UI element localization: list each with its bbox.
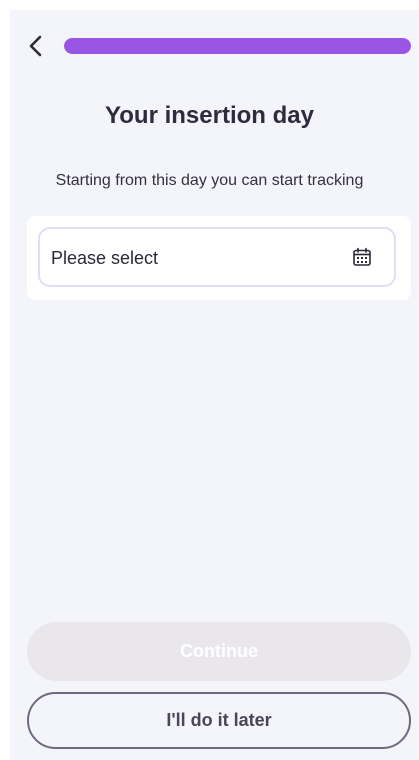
date-card: Please select bbox=[27, 216, 411, 300]
calendar-icon bbox=[353, 247, 371, 266]
onboarding-screen: Your insertion day Starting from this da… bbox=[10, 10, 419, 760]
progress-bar bbox=[64, 38, 411, 54]
date-field-placeholder: Please select bbox=[51, 248, 159, 268]
page-title: Your insertion day bbox=[105, 102, 314, 129]
back-button[interactable] bbox=[24, 34, 48, 58]
insertion-date-field[interactable]: Please select bbox=[38, 227, 396, 287]
progress-fill bbox=[64, 38, 411, 54]
continue-button[interactable]: Continue bbox=[27, 622, 411, 681]
do-it-later-button[interactable]: I'll do it later bbox=[27, 692, 411, 749]
page-subtitle: Starting from this day you can start tra… bbox=[55, 172, 364, 189]
chevron-left-icon bbox=[29, 35, 42, 57]
